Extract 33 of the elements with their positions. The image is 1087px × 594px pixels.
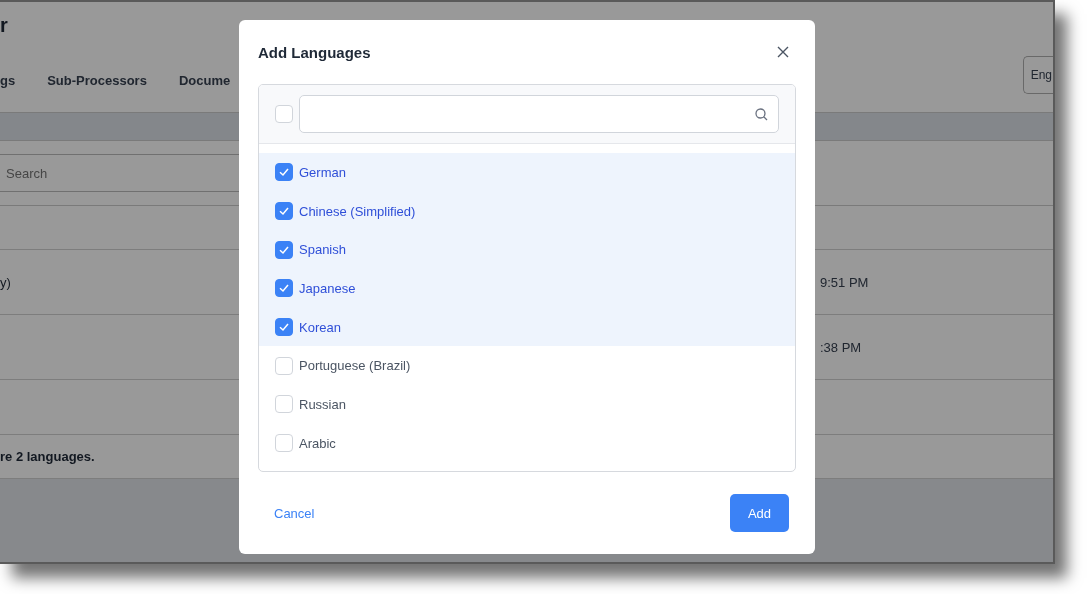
page-title: r [0, 13, 9, 38]
table-cell: 9:51 PM [820, 274, 869, 290]
checkmark-icon [278, 282, 290, 295]
language-option[interactable]: German [259, 153, 795, 192]
nav-tab[interactable]: gs [0, 72, 16, 88]
select-all-checkbox[interactable] [275, 105, 293, 123]
language-option[interactable]: Spanish [259, 230, 795, 270]
close-icon[interactable] [777, 46, 789, 58]
checkbox[interactable] [275, 318, 293, 337]
table-cell: :38 PM [820, 339, 862, 355]
checkbox[interactable] [275, 279, 293, 298]
checkbox[interactable] [275, 163, 293, 182]
nav-tab[interactable]: Sub-Processors [47, 72, 147, 88]
checkbox[interactable] [275, 240, 293, 259]
checkbox[interactable] [275, 202, 293, 221]
checkmark-icon [278, 321, 290, 334]
language-option[interactable]: Arabic [259, 423, 795, 463]
add-button[interactable]: Add [730, 494, 789, 532]
search-field[interactable] [299, 95, 779, 133]
language-option[interactable]: Chinese (Simplified) [259, 191, 795, 231]
footer-note: re 2 languages. [0, 449, 95, 464]
language-option[interactable]: Portuguese (Brazil) [259, 346, 795, 386]
dialog-title: Add Languages [258, 43, 371, 61]
checkmark-icon [278, 166, 290, 179]
language-option[interactable]: Korean [259, 307, 795, 347]
language-option[interactable]: Russian [259, 385, 795, 424]
nav-tab[interactable]: Docume [178, 72, 231, 88]
search-icon [755, 107, 768, 121]
table-cell: y) [0, 274, 11, 290]
cancel-link[interactable]: Cancel [274, 505, 315, 521]
language-select[interactable]: Eng [1022, 56, 1053, 94]
language-option[interactable]: Japanese [259, 269, 795, 308]
checkmark-icon [278, 205, 290, 218]
